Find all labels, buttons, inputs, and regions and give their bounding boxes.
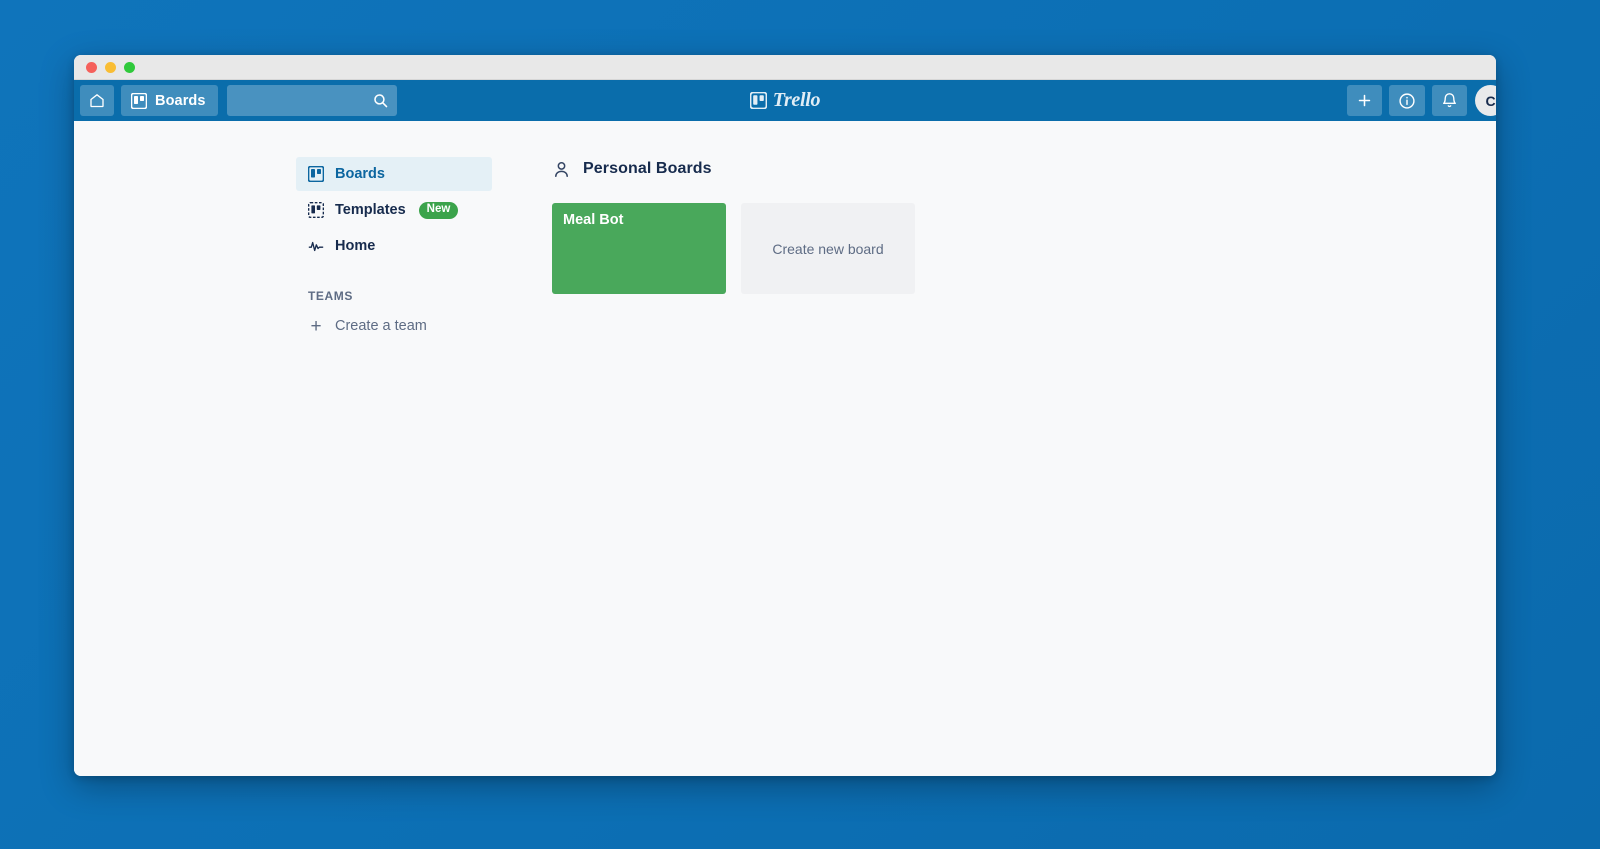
sidebar-item-templates-label: Templates <box>335 202 406 218</box>
maximize-window-button[interactable] <box>124 61 135 73</box>
search-box[interactable] <box>226 85 397 116</box>
search-input[interactable] <box>226 85 397 116</box>
person-icon <box>552 160 571 179</box>
main-content: Personal Boards Meal Bot Create new boar… <box>492 157 1496 776</box>
notifications-button[interactable] <box>1432 85 1467 116</box>
sidebar: Boards Templates New Home TEAMS + Create… <box>296 157 492 776</box>
template-icon <box>308 202 324 218</box>
teams-heading: TEAMS <box>308 289 353 303</box>
page-title: Personal Boards <box>583 160 712 177</box>
sidebar-item-boards[interactable]: Boards <box>296 157 492 191</box>
trello-wordmark: Trello <box>772 89 821 111</box>
info-button[interactable] <box>1389 85 1425 116</box>
create-team-label: Create a team <box>335 318 427 334</box>
board-grid: Meal Bot Create new board <box>552 203 1472 294</box>
personal-boards-header: Personal Boards <box>552 157 1472 181</box>
minimize-window-button[interactable] <box>105 61 116 73</box>
sidebar-item-home[interactable]: Home <box>296 229 492 263</box>
plus-icon: + <box>310 315 322 337</box>
browser-window: Boards Trello C Boards Templates New Hom… <box>74 55 1496 776</box>
bell-icon <box>1441 92 1458 109</box>
info-circle-icon <box>1398 92 1416 110</box>
avatar[interactable]: C <box>1475 85 1496 116</box>
boards-button-label: Boards <box>155 92 206 109</box>
create-new-board-label: Create new board <box>772 240 884 257</box>
board-icon <box>308 166 324 182</box>
window-titlebar <box>74 55 1496 80</box>
board-tile-title: Meal Bot <box>563 212 624 228</box>
top-navigation-bar: Boards Trello C <box>74 80 1496 121</box>
board-icon <box>131 92 147 109</box>
sidebar-item-templates[interactable]: Templates New <box>296 193 492 227</box>
create-team-button[interactable]: + Create a team <box>296 311 492 341</box>
create-new-board-tile[interactable]: Create new board <box>741 203 915 294</box>
templates-new-badge: New <box>418 201 459 219</box>
close-window-button[interactable] <box>86 61 97 73</box>
boards-button[interactable]: Boards <box>121 85 218 116</box>
avatar-initials: C <box>1485 92 1496 109</box>
board-tile-meal-bot[interactable]: Meal Bot <box>552 203 726 294</box>
add-button[interactable] <box>1347 85 1382 116</box>
sidebar-item-boards-label: Boards <box>335 166 385 182</box>
desktop-background: Boards Trello C Boards Templates New Hom… <box>0 0 1600 849</box>
sidebar-item-home-label: Home <box>335 238 376 254</box>
home-icon <box>89 92 105 109</box>
trello-logo-icon <box>749 92 767 109</box>
home-button[interactable] <box>80 85 114 116</box>
page-body: Boards Templates New Home TEAMS + Create… <box>74 121 1496 776</box>
activity-pulse-icon <box>308 238 324 255</box>
top-nav-actions: C <box>1347 80 1496 121</box>
